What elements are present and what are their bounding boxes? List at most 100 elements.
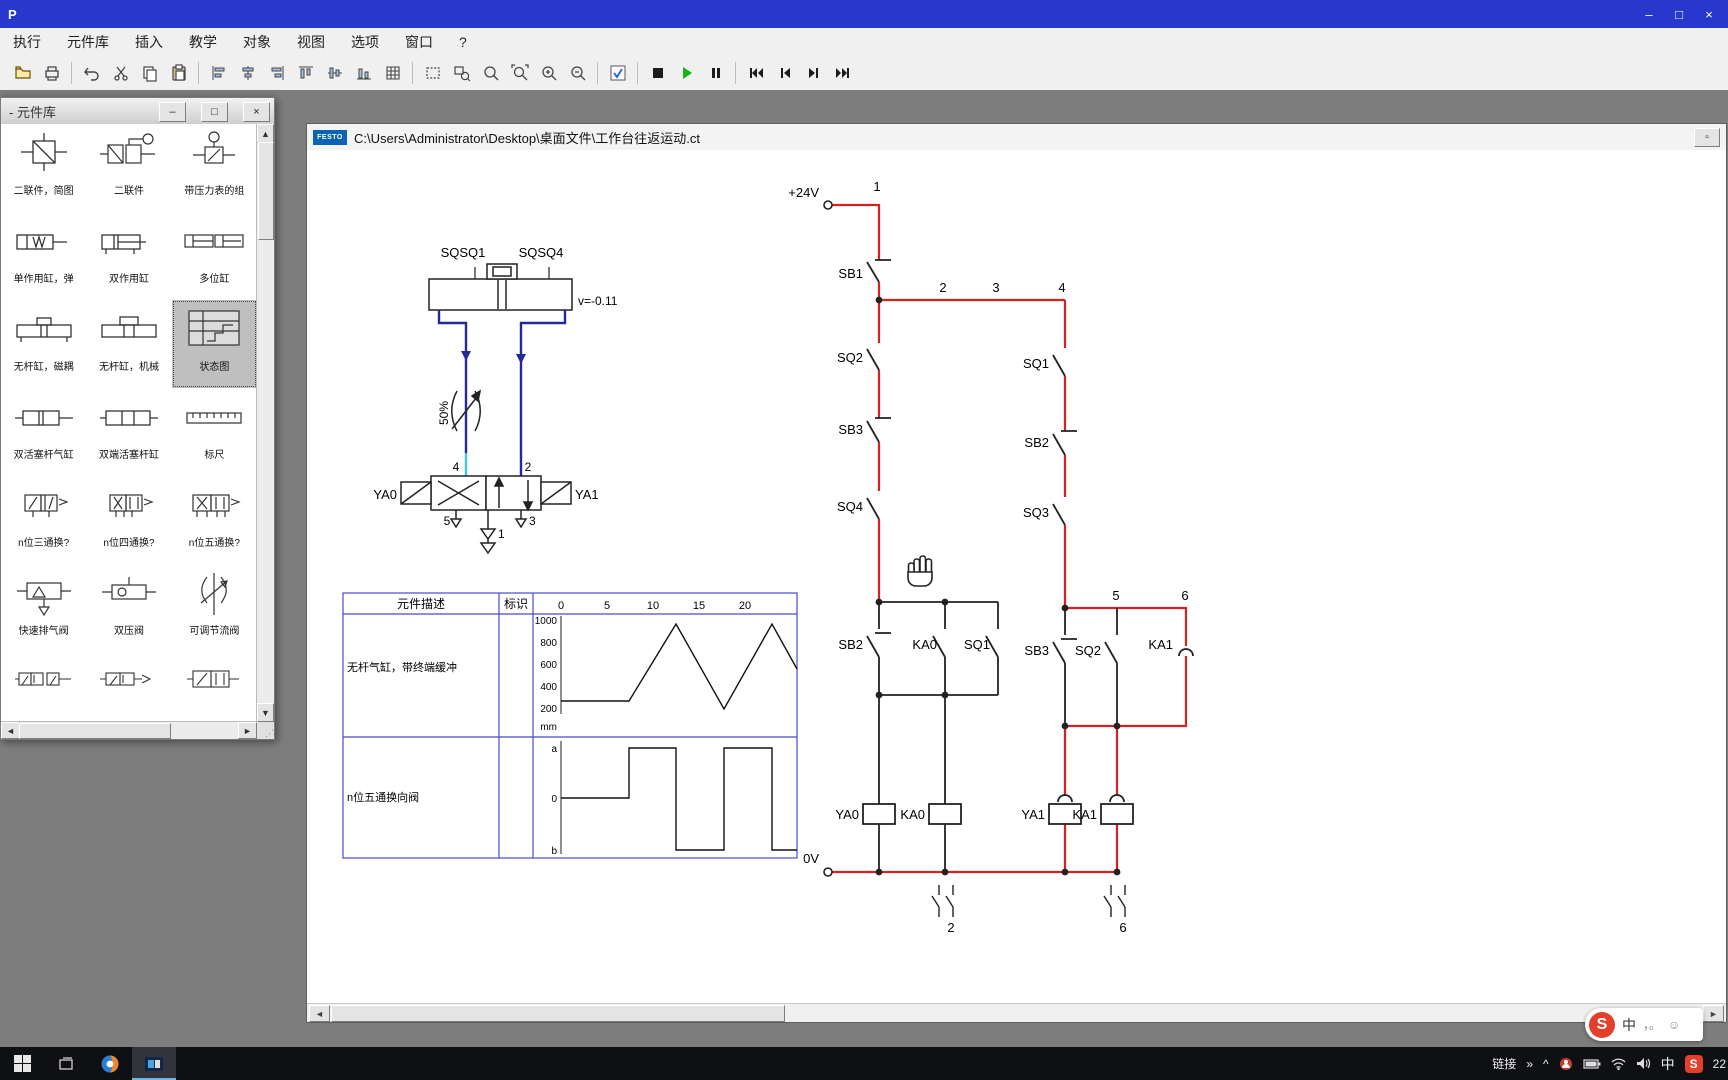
zoom-detail-button[interactable]	[447, 59, 476, 86]
menu-library[interactable]: 元件库	[54, 32, 122, 52]
grid-button[interactable]	[378, 59, 407, 86]
sync-tray-icon[interactable]	[1559, 1057, 1573, 1071]
taskbar-app-browser[interactable]	[88, 1047, 132, 1080]
taskbar-app-fluidsim[interactable]	[132, 1047, 176, 1080]
play-button[interactable]	[672, 59, 701, 86]
library-vscroll-thumb[interactable]	[258, 142, 274, 240]
ime-language-toggle[interactable]: 中	[1622, 1015, 1636, 1035]
library-item-rodless-mechanical[interactable]: 无杆缸，机械	[86, 300, 171, 388]
minimize-button[interactable]: –	[1634, 3, 1664, 25]
links-toolbar-label[interactable]: 链接	[1492, 1055, 1516, 1072]
step-back-button[interactable]	[770, 59, 799, 86]
library-item-regulator-gauge[interactable]: 带压力表的组	[172, 124, 257, 212]
scroll-left-arrow[interactable]: ◄	[1, 722, 20, 739]
open-button[interactable]	[8, 59, 37, 86]
menu-didactics[interactable]: 教学	[176, 32, 230, 52]
zoom-out-button[interactable]	[563, 59, 592, 86]
maximize-button[interactable]: □	[1664, 3, 1694, 25]
clock[interactable]: 22	[1713, 1057, 1726, 1071]
rodless-cylinder-symbol[interactable]	[428, 263, 573, 311]
undo-button[interactable]	[77, 59, 106, 86]
library-item-quick-exhaust-valve[interactable]: 快速排气阀	[1, 564, 86, 652]
document-restore-button[interactable]: ▫	[1694, 128, 1720, 147]
zoom-in-button[interactable]	[534, 59, 563, 86]
library-hscroll-thumb[interactable]	[19, 723, 171, 739]
circuit-canvas[interactable]: SQSQ1 SQSQ4 v=-0.11 50% YA0 YA1 4 2 5 1 …	[307, 150, 1726, 1004]
check-mode-button[interactable]	[603, 59, 632, 86]
close-button[interactable]: ×	[1694, 3, 1724, 25]
library-item-double-piston-rod[interactable]: 双活塞杆气缸	[1, 388, 86, 476]
zoom-rect-button[interactable]	[418, 59, 447, 86]
align-middle-button[interactable]	[320, 59, 349, 86]
state-diagram[interactable]: 元件描述 标识 0 5 10 15 20 无杆气缸，带终端缓冲 1000 800…	[342, 592, 798, 859]
menu-help[interactable]: ?	[446, 34, 480, 50]
document-title-bar[interactable]: FESTO C:\Users\Administrator\Desktop\桌面文…	[307, 124, 1726, 151]
scroll-down-arrow[interactable]: ▼	[257, 703, 274, 722]
library-item-rodless-magnetic[interactable]: 无杆缸，磁耦	[1, 300, 86, 388]
menu-object[interactable]: 对象	[230, 32, 284, 52]
pneumatic-circuit[interactable]: SQSQ1 SQSQ4 v=-0.11 50% YA0 YA1 4 2 5 1 …	[373, 245, 618, 555]
library-item-service-unit-simple[interactable]: 二联件，简图	[1, 124, 86, 212]
print-button[interactable]	[37, 59, 66, 86]
doc-scroll-left-arrow[interactable]: ◄	[309, 1005, 330, 1022]
library-item-valve-assembly-2[interactable]	[86, 652, 171, 722]
ime-mode-indicator[interactable]: 中	[1661, 1054, 1675, 1074]
doc-scroll-right-arrow[interactable]: ►	[1703, 1005, 1724, 1022]
zoom-100-button[interactable]	[476, 59, 505, 86]
ime-punctuation-toggle[interactable]: ，。	[1643, 1016, 1661, 1033]
library-item-state-diagram[interactable]: 状态图	[171, 300, 257, 388]
skip-end-button[interactable]	[828, 59, 857, 86]
library-item-ruler[interactable]: 标尺	[172, 388, 257, 476]
library-item-two-pressure-valve[interactable]: 双压阀	[86, 564, 171, 652]
scroll-right-arrow[interactable]: ►	[238, 722, 257, 739]
menu-window[interactable]: 窗口	[392, 32, 446, 52]
sogou-logo[interactable]: S	[1589, 1011, 1615, 1038]
library-item-n-way-4-valve[interactable]: n位四通换?	[86, 476, 171, 564]
library-item-n-way-3-valve[interactable]: n位三通换?	[1, 476, 86, 564]
copy-button[interactable]	[135, 59, 164, 86]
step-forward-button[interactable]	[799, 59, 828, 86]
scroll-up-arrow[interactable]: ▲	[257, 124, 274, 143]
battery-tray-icon[interactable]	[1583, 1058, 1601, 1070]
doc-hscroll-thumb[interactable]	[331, 1005, 785, 1022]
library-item-double-ended-cylinder[interactable]: 双端活塞杆缸	[86, 388, 171, 476]
start-button[interactable]	[0, 1047, 44, 1080]
paste-button[interactable]	[164, 59, 193, 86]
library-title-bar[interactable]: - 元件库 – □ ×	[1, 98, 274, 125]
ime-toolbar[interactable]: S 中 ，。 ☺	[1585, 1008, 1703, 1041]
library-vertical-scrollbar[interactable]: ▲ ▼	[256, 124, 274, 722]
align-center-button[interactable]	[233, 59, 262, 86]
library-horizontal-scrollbar[interactable]: ◄ ►	[1, 721, 257, 739]
menu-view[interactable]: 视图	[284, 32, 338, 52]
network-tray-icon[interactable]	[1611, 1058, 1626, 1070]
align-right-button[interactable]	[262, 59, 291, 86]
library-item-double-acting-cylinder[interactable]: 双作用缸	[86, 212, 171, 300]
links-expand-chevron[interactable]: »	[1526, 1057, 1533, 1071]
library-item-multiposition-cylinder[interactable]: 多位缸	[172, 212, 257, 300]
task-view-button[interactable]	[44, 1047, 88, 1080]
library-maximize-button[interactable]: □	[201, 102, 228, 122]
align-bottom-button[interactable]	[349, 59, 378, 86]
electrical-ladder[interactable]: +24V 0V 1 2 3 4 5 6 SB1 SQ2 SB3 SQ4 SB2 …	[788, 179, 1194, 935]
sogou-tray-icon[interactable]: S	[1684, 1054, 1703, 1073]
tray-expand-arrow[interactable]: ^	[1543, 1057, 1549, 1071]
library-item-valve-assembly-3[interactable]	[172, 652, 257, 722]
library-item-valve-assembly-1[interactable]	[1, 652, 86, 722]
library-item-throttle-valve[interactable]: 可调节流阀	[172, 564, 257, 652]
document-horizontal-scrollbar[interactable]: ◄ ►	[307, 1003, 1726, 1022]
library-item-n-way-5-valve[interactable]: n位五通换?	[172, 476, 257, 564]
library-resize-grip[interactable]: ⋰	[257, 722, 274, 739]
ime-emoji-button[interactable]: ☺	[1668, 1018, 1680, 1032]
library-close-button[interactable]: ×	[243, 102, 270, 122]
menu-insert[interactable]: 插入	[122, 32, 176, 52]
menu-execute[interactable]: 执行	[0, 32, 54, 52]
pause-button[interactable]	[701, 59, 730, 86]
library-item-service-unit[interactable]: 二联件	[86, 124, 171, 212]
align-left-button[interactable]	[204, 59, 233, 86]
zoom-fit-button[interactable]	[505, 59, 534, 86]
skip-start-button[interactable]	[741, 59, 770, 86]
menu-options[interactable]: 选项	[338, 32, 392, 52]
stop-button[interactable]	[643, 59, 672, 86]
align-top-button[interactable]	[291, 59, 320, 86]
directional-valve-symbol[interactable]	[400, 475, 572, 555]
